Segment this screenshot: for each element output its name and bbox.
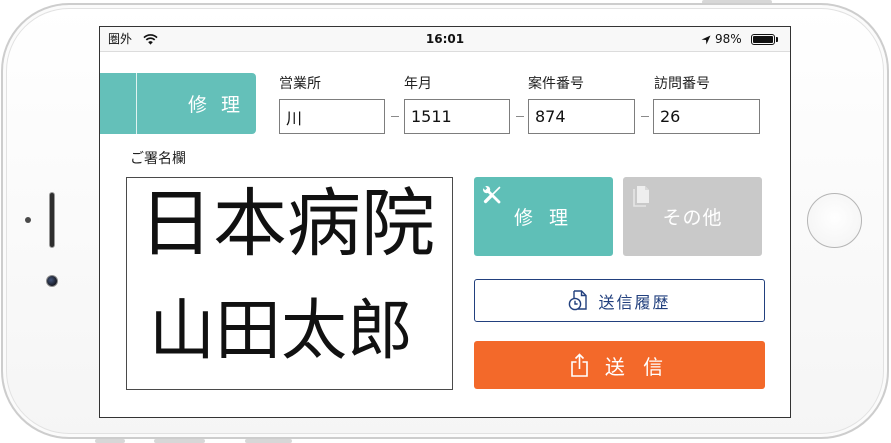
device-mockup: 圏外 16:01 98% 修 理 営業所 年月 案件番号 訪問番号 川 1511… xyxy=(0,0,891,443)
field-separator xyxy=(391,116,399,117)
other-button-label: その他 xyxy=(662,207,723,229)
send-button[interactable]: 送 信 xyxy=(474,341,765,389)
tools-icon xyxy=(483,186,501,204)
battery-nub xyxy=(776,37,778,42)
visit-number-label: 訪問番号 xyxy=(654,76,710,92)
home-button xyxy=(807,193,862,248)
field-separator xyxy=(641,116,649,117)
case-number-input[interactable] xyxy=(528,99,635,134)
field-separator xyxy=(516,116,524,117)
app-screen: 圏外 16:01 98% 修 理 営業所 年月 案件番号 訪問番号 川 1511… xyxy=(99,26,791,418)
battery-percent: 98% xyxy=(715,32,742,46)
share-icon xyxy=(571,353,588,377)
sales-office-label: 営業所 xyxy=(279,76,321,92)
case-number-label: 案件番号 xyxy=(528,76,584,92)
send-button-label: 送 信 xyxy=(604,354,670,379)
send-history-button[interactable]: 送信履歴 xyxy=(474,279,765,322)
repair-button[interactable]: 修 理 xyxy=(474,177,613,256)
document-icon xyxy=(633,186,649,207)
location-arrow-icon xyxy=(701,35,711,45)
mute-switch xyxy=(95,439,125,443)
repair-button-label: 修 理 xyxy=(513,207,574,229)
category-label: 修 理 xyxy=(187,94,244,116)
send-history-label: 送信履歴 xyxy=(598,292,671,312)
category-tag: 修 理 xyxy=(100,73,256,134)
signature-label: ご署名欄 xyxy=(130,151,186,167)
signature-pad[interactable]: 日本病院 山田太郎 xyxy=(126,177,453,390)
volume-up-button xyxy=(154,439,205,443)
year-month-label: 年月 xyxy=(404,76,432,92)
proximity-sensor xyxy=(25,217,31,223)
sales-office-input[interactable] xyxy=(279,99,385,134)
earpiece-speaker xyxy=(49,192,55,248)
clock-time: 16:01 xyxy=(425,32,465,46)
volume-down-button xyxy=(245,439,292,443)
year-month-input[interactable] xyxy=(404,99,510,134)
battery-icon xyxy=(751,34,778,45)
front-camera xyxy=(46,275,58,287)
battery-fill xyxy=(753,36,773,43)
signature-handwriting-line: 山田太郎 xyxy=(149,292,413,369)
other-button[interactable]: その他 xyxy=(623,177,762,256)
tag-divider xyxy=(136,73,137,134)
history-document-icon xyxy=(569,289,588,310)
status-bar: 圏外 16:01 98% xyxy=(100,27,790,52)
signature-handwriting-line: 日本病院 xyxy=(139,181,435,267)
visit-number-input[interactable] xyxy=(653,99,760,134)
